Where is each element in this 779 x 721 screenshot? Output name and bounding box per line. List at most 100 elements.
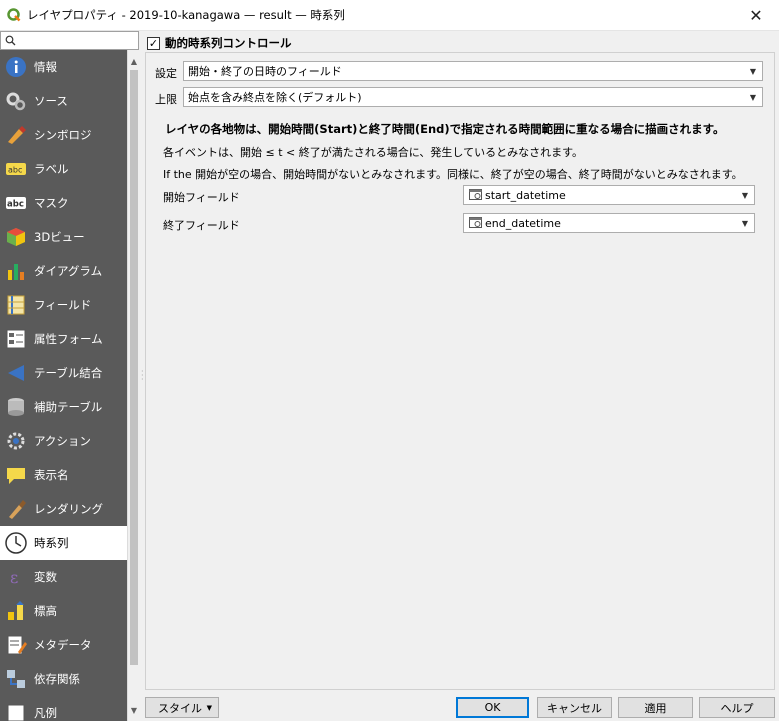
- chevron-down-icon: ▼: [206, 703, 212, 712]
- sidebar-item-label: フィールド: [34, 298, 92, 312]
- sidebar-item-label: レンダリング: [34, 502, 103, 516]
- sidebar-item[interactable]: 情報: [0, 50, 127, 84]
- chevron-down-icon: ▼: [741, 218, 749, 228]
- qgis-logo-icon: [7, 8, 21, 22]
- sidebar-item[interactable]: 時系列: [0, 526, 127, 560]
- sidebar-scrollbar[interactable]: ▲ ▼: [127, 50, 140, 721]
- limits-label: 上限: [155, 93, 177, 106]
- help-button[interactable]: ヘルプ: [699, 697, 775, 718]
- svg-text:ε: ε: [10, 568, 18, 587]
- scroll-thumb[interactable]: [130, 70, 138, 665]
- variables-icon: ε: [3, 564, 29, 590]
- sidebar-item-label: 標高: [34, 604, 57, 618]
- sidebar-item[interactable]: abc マスク: [0, 186, 127, 220]
- chevron-down-icon: ▼: [749, 92, 757, 102]
- diagram-icon: [3, 258, 29, 284]
- display-icon: [3, 462, 29, 488]
- sidebar-item[interactable]: フィールド: [0, 288, 127, 322]
- end-field-value: end_datetime: [485, 216, 561, 230]
- apply-button[interactable]: 適用: [618, 697, 693, 718]
- sidebar-item[interactable]: ソース: [0, 84, 127, 118]
- auxiliary-storage-icon: [3, 394, 29, 420]
- sidebar-item[interactable]: レンダリング: [0, 492, 127, 526]
- start-field-label: 開始フィールド: [163, 191, 240, 204]
- window-title: レイヤプロパティ - 2019-10-kanagawa — result — 時…: [27, 8, 345, 22]
- description-heading: レイヤの各地物は、開始時間(Start)と終了時間(End)で指定される時間範囲…: [165, 122, 725, 136]
- dynamic-temporal-checkbox[interactable]: ✓: [147, 36, 160, 50]
- sidebar-item-label: ソース: [34, 94, 68, 108]
- scroll-up-arrow-icon[interactable]: ▲: [128, 54, 140, 68]
- ok-button[interactable]: OK: [456, 697, 529, 718]
- sidebar-item-label: アクション: [34, 434, 91, 448]
- rendering-icon: [3, 496, 29, 522]
- style-button-label: スタイル: [158, 701, 202, 715]
- search-field[interactable]: [0, 31, 139, 50]
- sidebar: 情報ソースシンボロジ abc ラベル abc マスク 3Dビューダイアグラム フィールド属性…: [0, 50, 127, 721]
- splitter-handle[interactable]: · · ·: [141, 368, 144, 384]
- sidebar-item[interactable]: abc ラベル: [0, 152, 127, 186]
- attribute-form-icon: [3, 326, 29, 352]
- dependencies-icon: [3, 666, 29, 692]
- sidebar-item[interactable]: 補助テーブル: [0, 390, 127, 424]
- search-icon: [5, 35, 16, 46]
- sidebar-item[interactable]: 3Dビュー: [0, 220, 127, 254]
- 3d-view-icon: [3, 224, 29, 250]
- limits-combo[interactable]: 始点を含み終点を除く(デフォルト) ▼: [183, 87, 763, 107]
- datetime-field-icon: [469, 216, 482, 231]
- temporal-panel: ✓ 動的時系列コントロール 設定 開始・終了の日時のフィールド ▼ 上限 始点を…: [145, 31, 779, 691]
- end-field-combo[interactable]: end_datetime ▼: [463, 213, 755, 233]
- datetime-field-icon: [469, 188, 482, 203]
- close-button[interactable]: ✕: [733, 0, 779, 30]
- sidebar-item-label: 依存関係: [34, 672, 80, 686]
- svg-text:abc: abc: [8, 166, 22, 175]
- sidebar-item-label: 情報: [34, 60, 57, 74]
- sidebar-item[interactable]: テーブル結合: [0, 356, 127, 390]
- sidebar-item-label: テーブル結合: [34, 366, 103, 380]
- description-line-1: 各イベントは、開始 ≤ t < 終了が満たされる場合に、発生しているとみなされま…: [163, 146, 583, 159]
- sidebar-item[interactable]: 標高: [0, 594, 127, 628]
- sidebar-item-label: ダイアグラム: [34, 264, 103, 278]
- metadata-icon: [3, 632, 29, 658]
- info-icon: [3, 54, 29, 80]
- sidebar-item[interactable]: アクション: [0, 424, 127, 458]
- chevron-down-icon: ▼: [749, 66, 757, 76]
- chevron-down-icon: ▼: [741, 190, 749, 200]
- sidebar-item-label: 属性フォーム: [34, 332, 103, 346]
- source-icon: [3, 88, 29, 114]
- sidebar-item-label: マスク: [34, 196, 69, 210]
- symbology-icon: [3, 122, 29, 148]
- sidebar-item[interactable]: 表示名: [0, 458, 127, 492]
- title-bar: レイヤプロパティ - 2019-10-kanagawa — result — 時…: [0, 0, 779, 31]
- config-label: 設定: [155, 67, 177, 80]
- sidebar-item[interactable]: メタデータ: [0, 628, 127, 662]
- start-field-value: start_datetime: [485, 188, 566, 202]
- cancel-button[interactable]: キャンセル: [537, 697, 612, 718]
- sidebar-item-label: 時系列: [34, 536, 69, 550]
- sidebar-item[interactable]: 属性フォーム: [0, 322, 127, 356]
- check-icon: ✓: [148, 36, 159, 50]
- sidebar-item-label: ラベル: [34, 162, 69, 176]
- sidebar-item[interactable]: シンボロジ: [0, 118, 127, 152]
- sidebar-item[interactable]: ε 変数: [0, 560, 127, 594]
- sidebar-item-label: 表示名: [34, 468, 69, 482]
- start-field-combo[interactable]: start_datetime ▼: [463, 185, 755, 205]
- elevation-icon: [3, 598, 29, 624]
- sidebar-item-label: 変数: [34, 570, 57, 584]
- search-input[interactable]: [16, 33, 130, 48]
- mask-icon: abc: [3, 190, 29, 216]
- dynamic-temporal-control-header[interactable]: ✓ 動的時系列コントロール: [147, 34, 292, 52]
- style-button[interactable]: スタイル ▼: [145, 697, 219, 718]
- sidebar-item[interactable]: ダイアグラム: [0, 254, 127, 288]
- config-combo[interactable]: 開始・終了の日時のフィールド ▼: [183, 61, 763, 81]
- labels-icon: abc: [3, 156, 29, 182]
- dynamic-temporal-label: 動的時系列コントロール: [165, 36, 292, 50]
- dialog-button-bar: スタイル ▼ OK キャンセル 適用 ヘルプ: [0, 691, 779, 721]
- fields-icon: [3, 292, 29, 318]
- actions-icon: [3, 428, 29, 454]
- end-field-label: 終了フィールド: [163, 219, 240, 232]
- limits-value: 始点を含み終点を除く(デフォルト): [188, 91, 362, 104]
- joins-icon: [3, 360, 29, 386]
- sidebar-item-label: 補助テーブル: [34, 400, 103, 414]
- sidebar-item-label: 3Dビュー: [34, 230, 85, 244]
- sidebar-item-label: シンボロジ: [34, 128, 92, 142]
